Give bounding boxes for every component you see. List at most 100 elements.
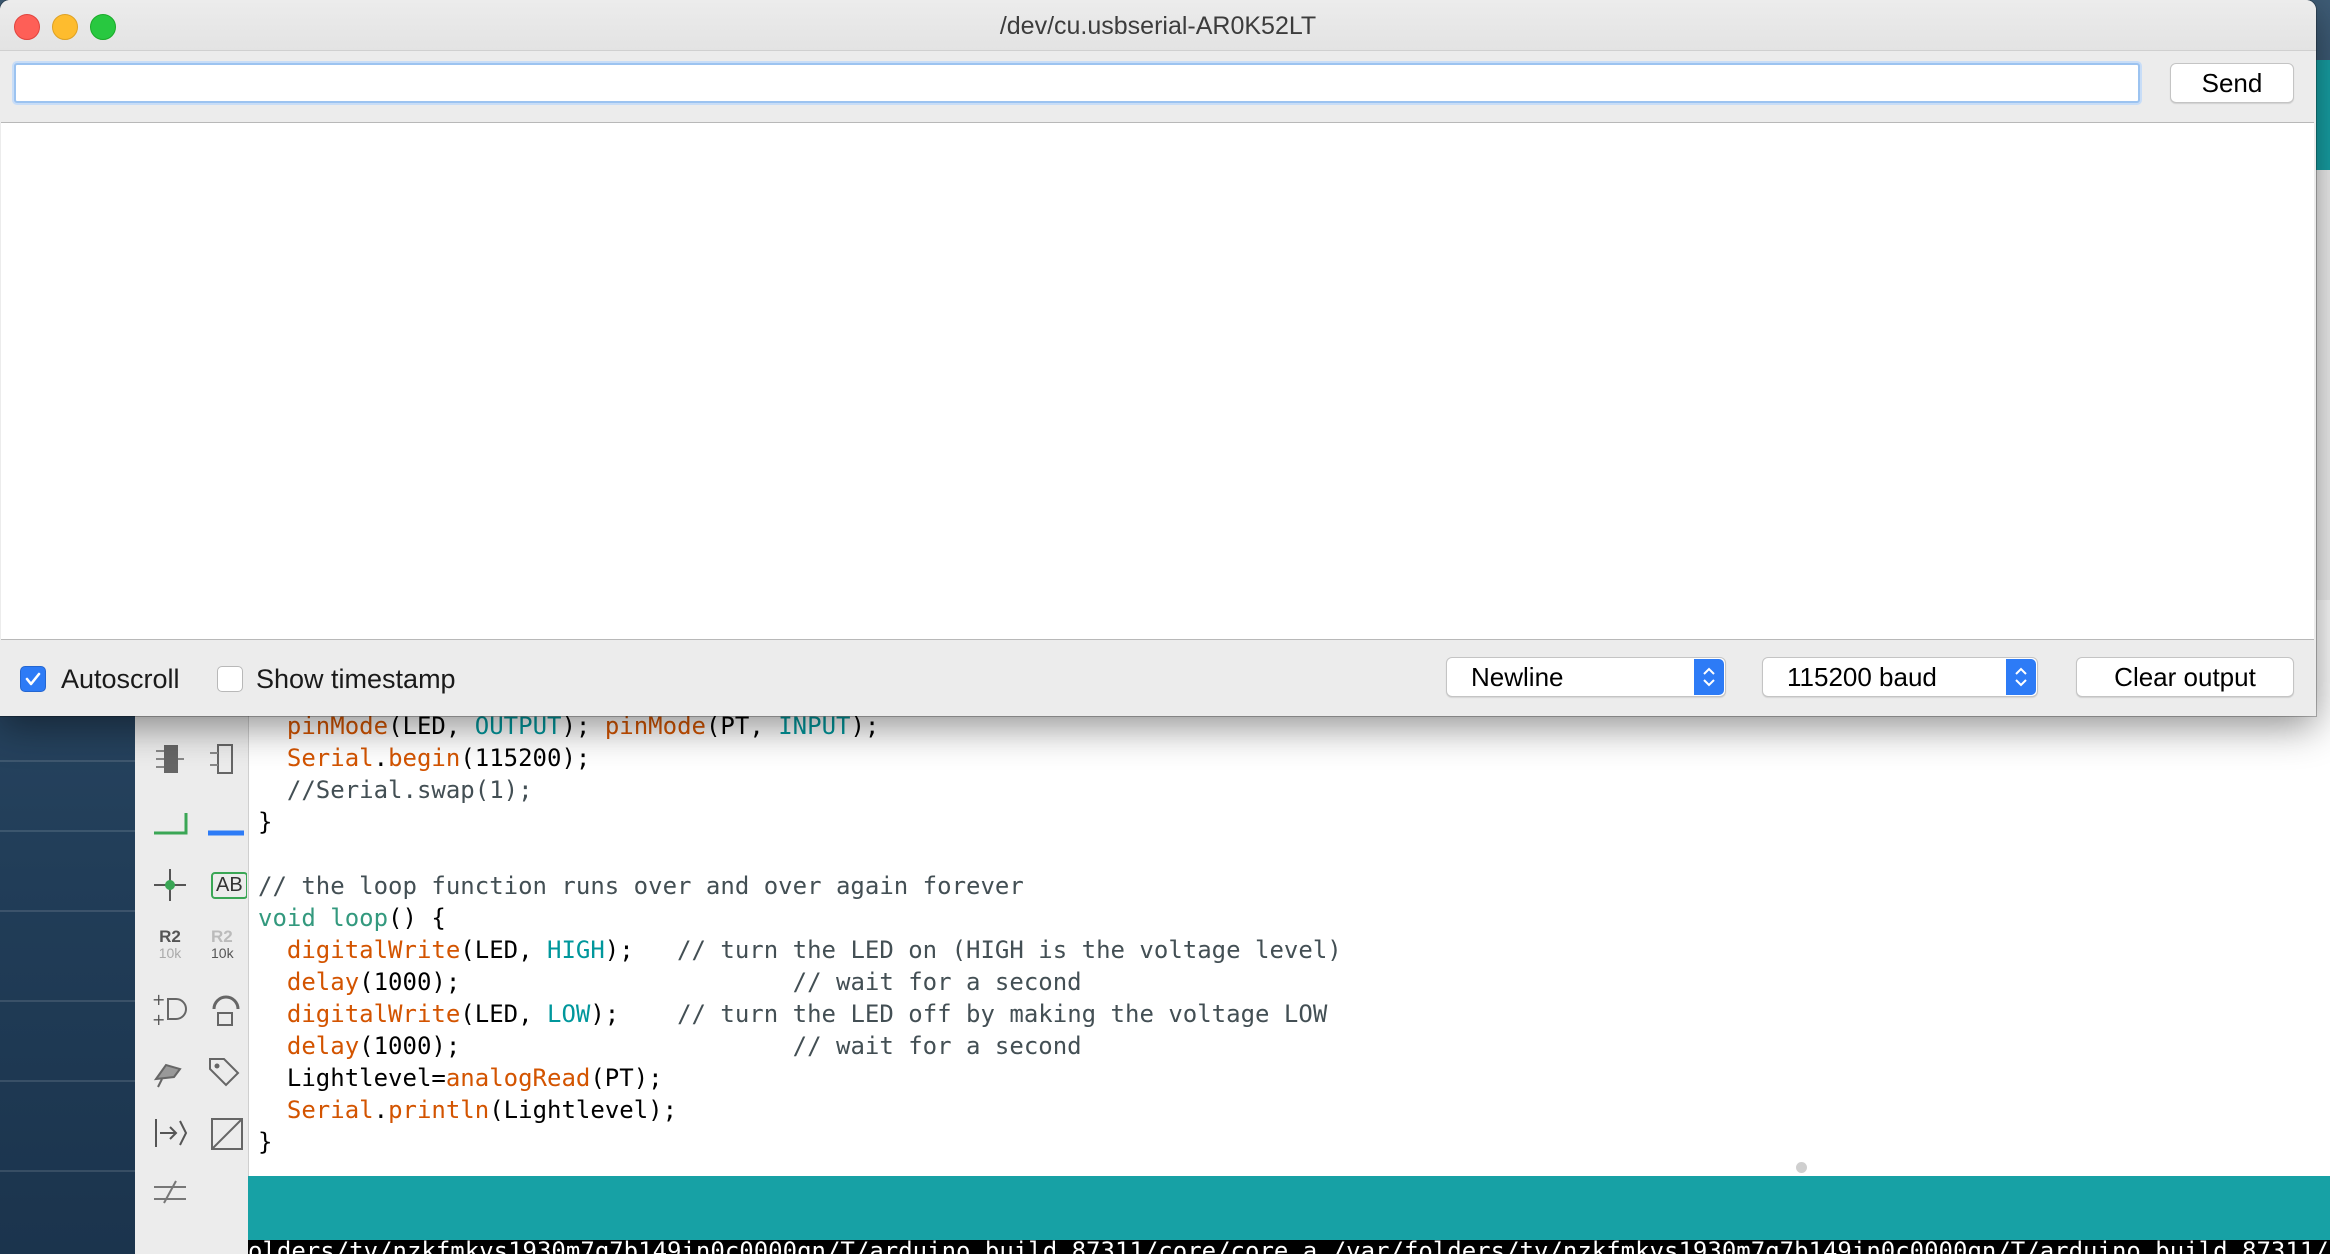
code-token: INPUT (778, 712, 851, 740)
code-token: Lightlevel= (258, 1064, 446, 1092)
code-token: digitalWrite (286, 1000, 461, 1028)
code-line: Serial.println(Lightlevel); (258, 1094, 2318, 1126)
code-line: digitalWrite(LED, LOW); // turn the LED … (258, 998, 2318, 1030)
code-token: OUTPUT (474, 712, 562, 740)
show-timestamp-label: Show timestamp (256, 664, 456, 694)
code-token: (1000); (359, 1032, 793, 1060)
line-tool-icon[interactable] (201, 1110, 247, 1156)
code-token: (LED, (460, 1000, 547, 1028)
junction-tool-icon[interactable] (147, 862, 193, 908)
window-title: /dev/cu.usbserial-AR0K52LT (999, 12, 1317, 40)
code-token: LOW (547, 1000, 591, 1028)
code-line: // the loop function runs over and over … (258, 870, 2318, 902)
sea-wave (0, 1080, 140, 1082)
send-button[interactable]: Send (2170, 63, 2294, 103)
line-ending-select[interactable]: Newline (1446, 657, 1726, 697)
code-token: void (258, 904, 316, 932)
code-token: . (373, 744, 389, 772)
select-chevron-icon (1694, 659, 1724, 695)
clear-output-button[interactable]: Clear output (2076, 657, 2294, 697)
arrow-tool-icon[interactable] (147, 1110, 193, 1156)
svg-text:+: + (152, 1010, 165, 1029)
code-line: digitalWrite(LED, HIGH); // turn the LED… (258, 934, 2318, 966)
code-editor[interactable]: pinMode(LED, OUTPUT); pinMode(PT, INPUT)… (258, 710, 2318, 1158)
send-row: Send (0, 51, 2316, 121)
code-token: (Lightlevel); (489, 1096, 678, 1124)
rotate-tool-icon[interactable] (201, 986, 247, 1032)
bus-tool-icon[interactable] (201, 800, 247, 846)
code-token: ); (590, 1000, 678, 1028)
code-token: Serial (286, 1096, 374, 1124)
code-token: digitalWrite (286, 936, 461, 964)
baud-rate-value: 115200 baud (1787, 662, 1937, 692)
code-line: delay(1000); // wait for a second (258, 966, 2318, 998)
serial-output-area[interactable] (1, 122, 2314, 640)
code-token: (PT, (705, 712, 779, 740)
code-token: analogRead (445, 1064, 591, 1092)
gate-tool-icon[interactable]: + + (147, 986, 193, 1032)
code-token: // turn the LED off by making the voltag… (677, 1000, 1328, 1028)
code-token: ); (850, 712, 880, 740)
window-titlebar[interactable]: /dev/cu.usbserial-AR0K52LT (0, 0, 2316, 51)
resistor-value-tool[interactable]: R2 10k (211, 922, 247, 968)
code-token: HIGH (547, 936, 605, 964)
code-token: (115200); (460, 744, 591, 772)
autoscroll-checkbox[interactable] (20, 666, 46, 692)
code-token: pinMode (604, 712, 706, 740)
wire-tool-icon[interactable] (147, 800, 193, 846)
code-line: //Serial.swap(1); (258, 774, 2318, 806)
code-line: delay(1000); // wait for a second (258, 1030, 2318, 1062)
text-tool-label: AB (211, 871, 247, 899)
editor-header-strip (2316, 60, 2330, 170)
code-line: Lightlevel=analogRead(PT); (258, 1062, 2318, 1094)
code-token: (LED, (388, 712, 475, 740)
text-tool-icon[interactable]: AB (211, 862, 247, 908)
code-line: Serial.begin(115200); (258, 742, 2318, 774)
console-text: olders/tv/nzkfmkvs1930m7q7b149in0c0000gn… (248, 1240, 2330, 1254)
code-token: delay (286, 1032, 360, 1060)
code-token: Serial (286, 744, 374, 772)
tag-tool-icon[interactable] (201, 1048, 247, 1094)
sea-wave (0, 910, 140, 912)
resistor-name-label-faded: R2 (211, 927, 233, 946)
part-outline-icon[interactable] (201, 736, 247, 782)
capacitor-tool-icon[interactable] (147, 1170, 193, 1216)
sea-wave (0, 1000, 140, 1002)
code-token: } (258, 1128, 273, 1156)
resistor-name-label: R2 (159, 927, 181, 946)
resistor-name-tool[interactable]: R2 10k (147, 922, 193, 968)
sea-wave (0, 830, 140, 832)
show-timestamp-checkbox[interactable] (217, 666, 243, 692)
resistor-value-label: 10k (158, 945, 182, 961)
code-token: } (258, 808, 273, 836)
serial-send-input[interactable] (14, 63, 2140, 103)
code-token: (PT); (590, 1064, 663, 1092)
code-token: // wait for a second (792, 1032, 1082, 1060)
editor-resize-handle[interactable] (1796, 1162, 1807, 1173)
code-token: pinMode (286, 712, 389, 740)
hammer-tool-icon[interactable] (147, 1048, 193, 1094)
code-token: ); (561, 712, 605, 740)
serial-monitor-window: /dev/cu.usbserial-AR0K52LT Send Autoscro… (0, 0, 2316, 716)
code-token: begin (388, 744, 461, 772)
code-token: () { (388, 904, 446, 932)
editor-status-bar (248, 1176, 2330, 1240)
code-token: (LED, (460, 936, 547, 964)
code-token: // turn the LED on (HIGH is the voltage … (677, 936, 1342, 964)
baud-rate-select[interactable]: 115200 baud (1762, 657, 2038, 697)
code-line: } (258, 1126, 2318, 1158)
code-token: (1000); (359, 968, 793, 996)
code-token: // the loop function runs over and over … (258, 872, 1024, 900)
code-line: } (258, 806, 2318, 838)
code-token: loop (330, 904, 389, 932)
chip-tool-icon[interactable] (147, 736, 193, 782)
autoscroll-label: Autoscroll (61, 664, 180, 694)
code-line: void loop() { (258, 902, 2318, 934)
